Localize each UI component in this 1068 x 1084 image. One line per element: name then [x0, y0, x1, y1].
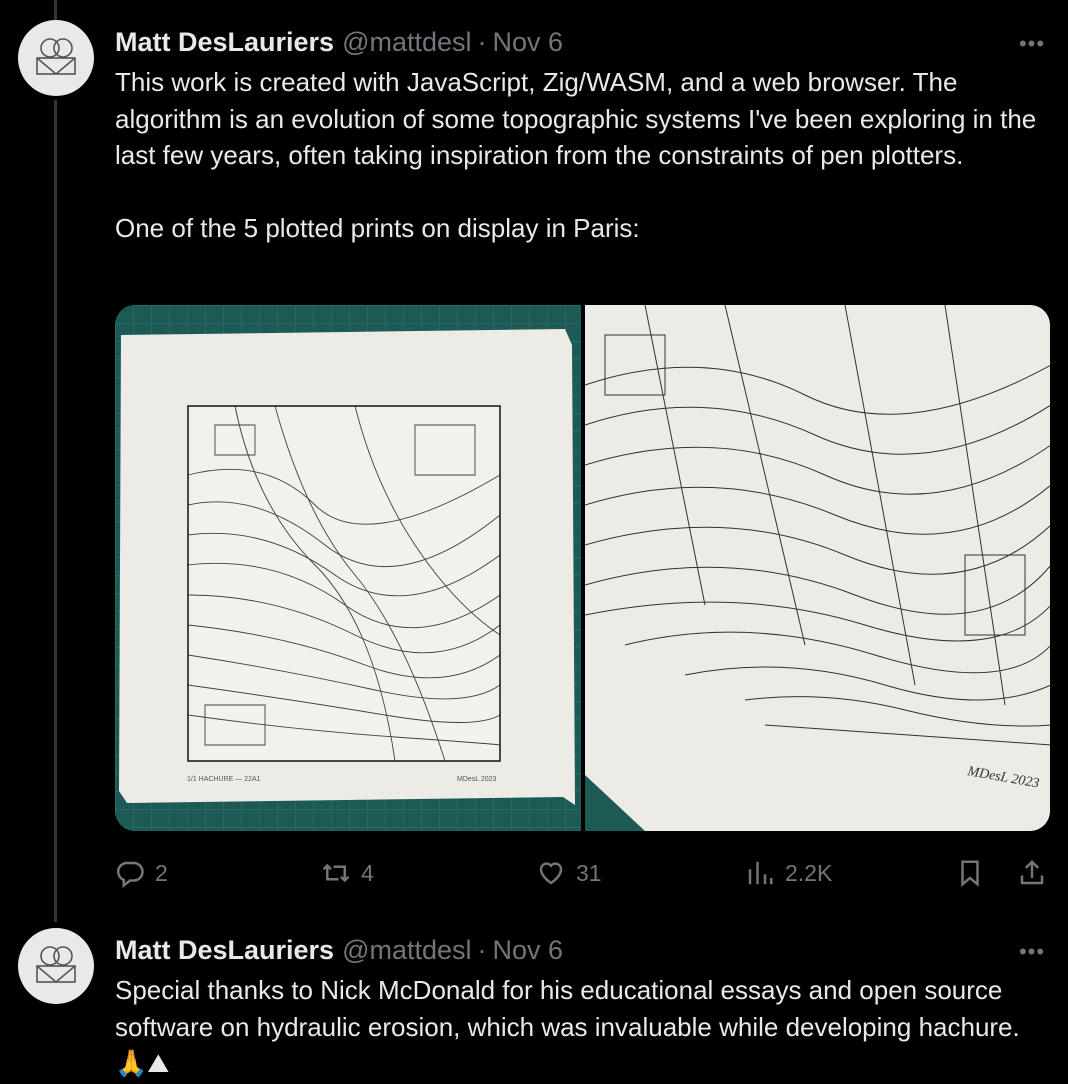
- plotted-print-photo-2: MDesL 2023: [584, 305, 1050, 831]
- reply-icon: [116, 861, 144, 888]
- bookmark-button[interactable]: [955, 855, 985, 891]
- tweet-date[interactable]: Nov 6: [493, 27, 564, 58]
- tweet-date[interactable]: Nov 6: [493, 935, 564, 966]
- like-button[interactable]: 31: [536, 855, 602, 891]
- bookmark-icon: [961, 860, 979, 887]
- share-icon: [1020, 859, 1044, 885]
- thread-connector-line: [54, 100, 57, 922]
- tweet-text: Special thanks to Nick McDonald for his …: [115, 975, 1027, 1078]
- tweet-media[interactable]: 1/1 HACHURE — 22A1 MDesL 2023 MDesL 2023: [115, 305, 1050, 831]
- author-name[interactable]: Matt DesLauriers: [115, 935, 334, 966]
- more-options-icon[interactable]: •••: [1016, 939, 1048, 964]
- avatar[interactable]: [18, 928, 94, 1004]
- retweet-button[interactable]: 4: [321, 855, 374, 891]
- views-button[interactable]: 2.2K: [745, 855, 832, 891]
- print-caption: 1/1 HACHURE — 22A1: [187, 776, 261, 783]
- views-count: 2.2K: [785, 859, 833, 886]
- share-button[interactable]: [1017, 855, 1047, 891]
- plotted-print-photo-1: 1/1 HACHURE — 22A1 MDesL 2023: [115, 305, 580, 831]
- print-signature: MDesL 2023: [457, 776, 497, 783]
- like-count: 31: [576, 859, 602, 886]
- more-options-icon[interactable]: •••: [1016, 31, 1048, 56]
- author-handle[interactable]: @mattdesl: [342, 935, 471, 966]
- tweet-actions: 2 4 31 2.2K: [115, 855, 1050, 891]
- tweet-text: This work is created with JavaScript, Zi…: [115, 67, 1037, 243]
- separator-dot: ·: [477, 934, 487, 965]
- reply-count: 2: [155, 859, 168, 886]
- avatar-logo-icon: [36, 38, 76, 76]
- media-photo-1[interactable]: 1/1 HACHURE — 22A1 MDesL 2023: [115, 305, 581, 831]
- thread-line-top: [54, 0, 57, 20]
- views-icon: [748, 861, 773, 885]
- avatar[interactable]: [18, 20, 94, 96]
- retweet-icon: [322, 863, 350, 883]
- avatar-logo-icon: [36, 946, 76, 984]
- reply-button[interactable]: 2: [115, 855, 168, 891]
- retweet-count: 4: [361, 859, 374, 886]
- media-photo-2[interactable]: MDesL 2023: [584, 305, 1050, 831]
- author-name[interactable]: Matt DesLauriers: [115, 27, 334, 58]
- tweet-header: Matt DesLauriers @mattdesl · Nov 6: [115, 934, 563, 966]
- author-handle[interactable]: @mattdesl: [342, 27, 471, 58]
- tweet-header: Matt DesLauriers @mattdesl · Nov 6: [115, 26, 563, 58]
- separator-dot: ·: [477, 26, 487, 57]
- heart-icon: [539, 862, 563, 885]
